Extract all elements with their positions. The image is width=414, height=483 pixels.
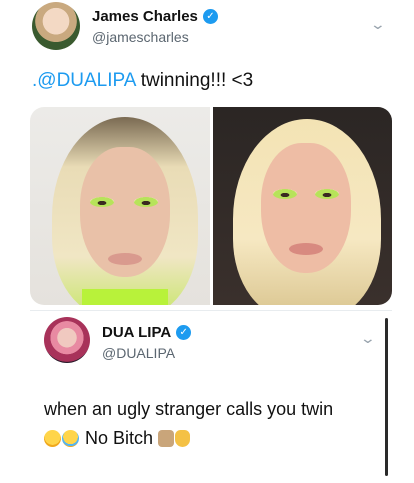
original-tweet[interactable]: James Charles ✓ @jamescharles ⌄ .@DUALIP… [0,0,414,310]
raised-hand-icon [175,430,191,447]
chevron-down-icon[interactable]: ⌄ [360,330,376,347]
photo-james[interactable] [30,107,210,305]
eye-right [314,189,339,199]
avatar[interactable] [44,317,90,363]
lips [108,253,142,265]
loudly-crying-face-icon [62,430,79,447]
tweet-text-body: twinning!!! <3 [135,70,254,91]
media-grid[interactable] [30,107,392,305]
display-name[interactable]: James Charles [92,8,198,25]
mention-link[interactable]: .@DUALIPA [32,70,135,91]
person-gesturing-no-icon [158,430,175,447]
verified-badge-icon: ✓ [202,9,218,24]
photo-dua[interactable] [212,107,392,305]
avatar[interactable] [32,2,80,50]
reply-text-line1: when an ugly stranger calls you twin [44,399,334,419]
eye-left [272,189,297,199]
lips [288,243,323,255]
author-name-row: James Charles ✓ [92,8,218,25]
eye-left [90,197,114,207]
scrollbar[interactable] [385,318,388,476]
chevron-down-icon[interactable]: ⌄ [370,16,386,33]
divider [30,310,392,311]
user-handle[interactable]: @DUALIPA [102,345,175,361]
reply-text-no-bitch: No Bitch [80,428,159,448]
user-handle[interactable]: @jamescharles [92,29,189,45]
display-name[interactable]: DUA LIPA [102,324,171,341]
tweet-text: .@DUALIPA twinning!!! <3 [32,70,253,92]
face-with-tears-of-joy-icon [44,430,61,447]
reply-text-line2: No Bitch [44,428,191,449]
verified-badge-icon: ✓ [176,325,192,340]
neon-collar [82,289,168,305]
author-name-row: DUA LIPA ✓ [102,324,192,341]
eye-right [134,197,158,207]
